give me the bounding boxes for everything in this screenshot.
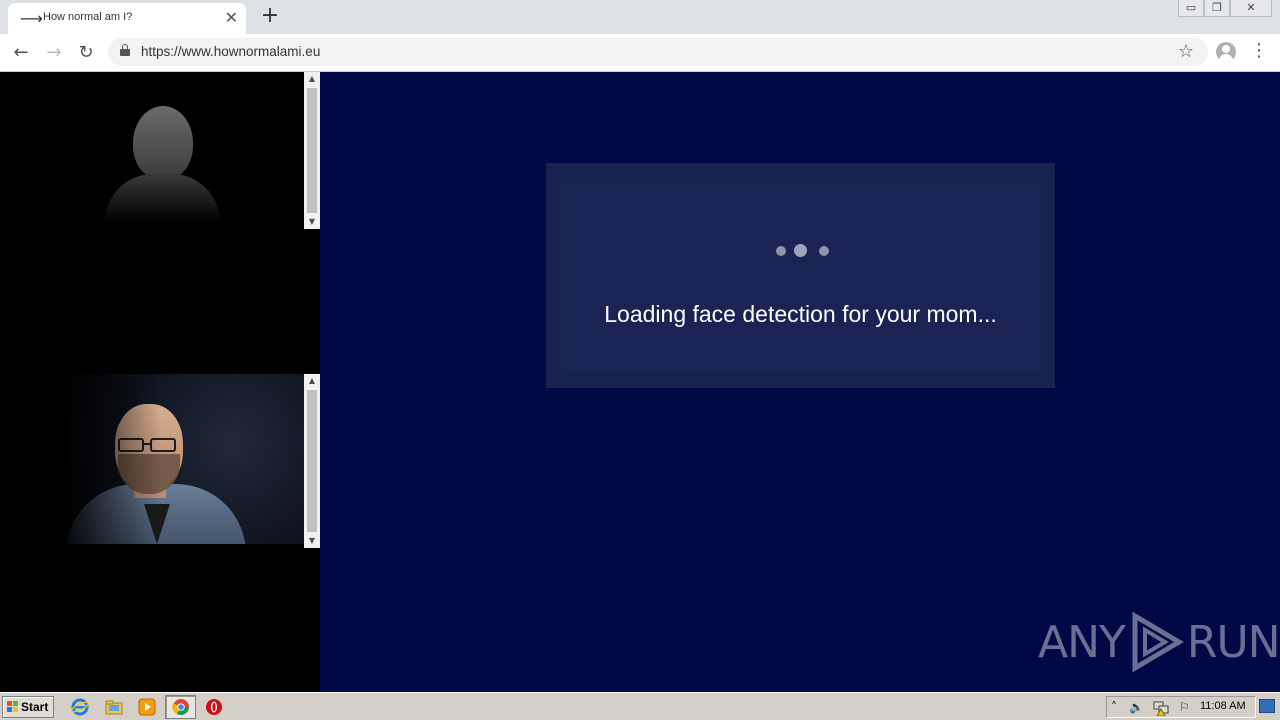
anyrun-watermark: ANY RUN (1038, 610, 1280, 674)
browser-tab[interactable]: ⟶ How normal am I? ✕ (8, 3, 246, 34)
clock[interactable]: 11:08 AM (1200, 700, 1246, 712)
volume-icon[interactable]: 🔈 (1129, 700, 1144, 714)
loading-dialog: Loading face detection for your mom... (546, 163, 1055, 388)
file-explorer-icon[interactable] (105, 698, 123, 716)
tab-strip: ⟶ How normal am I? ✕ + ▭ ❐ ✕ (0, 0, 1280, 34)
minimize-button[interactable]: ▭ (1178, 0, 1204, 17)
action-center-flag-icon[interactable]: ⚐ (1179, 700, 1190, 714)
forward-button[interactable]: → (41, 40, 67, 66)
reload-button[interactable]: ↻ (73, 40, 99, 66)
scroll-thumb[interactable] (307, 88, 317, 213)
watermark-left-text: ANY (1038, 616, 1126, 668)
browser-menu-icon[interactable]: ⋮ (1250, 40, 1268, 61)
browser-toolbar: ← → ↻ https://www.hownormalami.eu ☆ ⋮ (0, 34, 1280, 72)
scroll-down-arrow-icon[interactable]: ▼ (304, 215, 320, 229)
scroll-thumb[interactable] (307, 390, 317, 532)
new-tab-button[interactable]: + (258, 3, 282, 28)
webcam-scrollbar[interactable]: ▲ ▼ (304, 374, 320, 548)
profile-avatar-icon[interactable] (1216, 42, 1236, 62)
restore-button[interactable]: ❐ (1204, 0, 1230, 17)
page-content: ▲ ▼ ▲ ▼ Loading face detection for your … (0, 72, 1280, 692)
show-desktop-icon[interactable] (1259, 699, 1275, 713)
back-button[interactable]: ← (8, 40, 34, 66)
windows-logo-icon (7, 701, 19, 713)
scroll-up-arrow-icon[interactable]: ▲ (304, 72, 320, 86)
internet-explorer-icon[interactable] (71, 698, 89, 716)
play-logo-icon (1132, 611, 1184, 673)
window-controls: ▭ ❐ ✕ (1178, 0, 1272, 18)
start-button[interactable]: Start (2, 696, 54, 718)
bookmark-star-icon[interactable]: ☆ (1178, 41, 1194, 62)
placeholder-scrollbar[interactable]: ▲ ▼ (304, 72, 320, 229)
placeholder-frame (0, 72, 304, 229)
lock-icon[interactable] (120, 44, 130, 56)
scroll-up-arrow-icon[interactable]: ▲ (304, 374, 320, 388)
opera-icon[interactable] (205, 698, 223, 716)
url-text[interactable]: https://www.hownormalami.eu (141, 44, 320, 59)
tab-close-icon[interactable]: ✕ (225, 8, 238, 27)
webcam-video (66, 374, 304, 544)
arrow-right-icon: ⟶ (20, 9, 43, 28)
scroll-down-arrow-icon[interactable]: ▼ (304, 534, 320, 548)
loading-spinner-icon (769, 243, 839, 259)
tab-title: How normal am I? (43, 11, 133, 23)
network-icon[interactable] (1153, 700, 1169, 716)
taskbar: Start ˄ 🔈 ⚐ 11:08 AM (0, 692, 1280, 720)
person-silhouette-icon (105, 102, 220, 222)
watermark-right-text: RUN (1186, 616, 1280, 668)
address-bar[interactable]: https://www.hownormalami.eu ☆ (108, 38, 1208, 66)
chrome-icon (172, 699, 189, 715)
loading-message: Loading face detection for your mom... (604, 301, 997, 327)
media-player-icon[interactable] (138, 698, 156, 716)
chrome-taskbar-button[interactable] (165, 695, 196, 719)
window-close-button[interactable]: ✕ (1230, 0, 1272, 17)
left-video-panel: ▲ ▼ ▲ ▼ (0, 72, 320, 692)
tray-expand-icon[interactable]: ˄ (1111, 700, 1117, 714)
